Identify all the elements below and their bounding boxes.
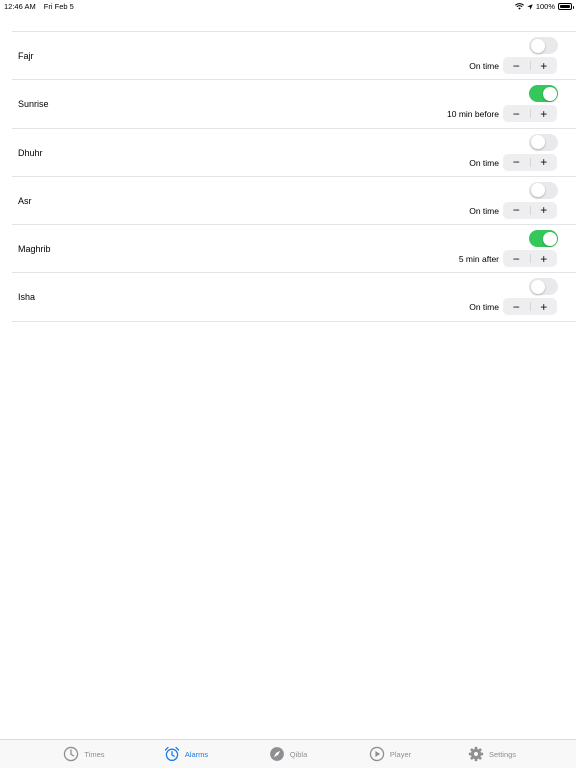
battery-percent: 100% xyxy=(535,2,555,11)
offset-stepper: − + xyxy=(503,105,558,123)
alarm-name: Isha xyxy=(18,292,36,303)
alarm-offset: 10 min before xyxy=(447,109,499,120)
alarm-name: Dhuhr xyxy=(18,147,43,158)
toggle-knob xyxy=(542,86,557,101)
offset-stepper: − + xyxy=(503,57,557,74)
alarm-toggle[interactable] xyxy=(529,133,558,151)
alarm-toggle[interactable] xyxy=(529,230,558,248)
alarm-toggle[interactable] xyxy=(529,181,558,199)
alarm-offset: On time xyxy=(469,61,499,71)
alarm-offset: On time xyxy=(469,157,499,168)
alarm-toggle[interactable] xyxy=(529,278,558,296)
alarm-toggle[interactable] xyxy=(529,37,558,54)
tab-label: Settings xyxy=(488,749,517,759)
status-right: 100% xyxy=(514,2,574,11)
wifi-icon xyxy=(514,3,524,10)
tab-player[interactable]: Player xyxy=(339,740,441,768)
status-bar: 12:46 AM Fri Feb 5 100% xyxy=(0,0,576,12)
alarm-list: Fajr On time − + Sunrise 10 min before −… xyxy=(12,31,576,322)
tab-times[interactable]: Times xyxy=(33,740,135,768)
toggle-knob xyxy=(530,38,545,53)
play-circle-icon xyxy=(369,746,385,762)
gear-icon xyxy=(468,746,484,762)
offset-stepper: − + xyxy=(503,250,558,268)
alarm-row-sunrise: Sunrise 10 min before − + xyxy=(12,80,576,129)
alarm-name: Maghrib xyxy=(18,244,51,255)
status-left: 12:46 AM Fri Feb 5 xyxy=(4,2,80,11)
alarm-row-asr: Asr On time − + xyxy=(12,177,576,226)
tab-alarms[interactable]: Alarms xyxy=(135,740,237,768)
tab-label: Alarms xyxy=(184,749,209,759)
decrement-button[interactable]: − xyxy=(503,250,530,267)
location-arrow-icon xyxy=(527,3,533,10)
offset-stepper: − + xyxy=(503,153,558,171)
increment-button[interactable]: + xyxy=(531,105,558,122)
increment-button[interactable]: + xyxy=(531,202,558,219)
increment-button[interactable]: + xyxy=(531,250,558,267)
increment-button[interactable]: + xyxy=(531,154,558,171)
tab-label: Player xyxy=(389,749,412,759)
toggle-knob xyxy=(530,135,545,150)
alarm-toggle[interactable] xyxy=(529,85,558,103)
offset-stepper: − + xyxy=(503,298,558,316)
toggle-knob xyxy=(530,183,545,198)
alarm-name: Sunrise xyxy=(18,99,49,110)
alarm-name: Fajr xyxy=(18,51,34,61)
toggle-knob xyxy=(542,231,557,246)
decrement-button[interactable]: − xyxy=(503,298,530,315)
decrement-button[interactable]: − xyxy=(503,57,530,74)
alarm-row-dhuhr: Dhuhr On time − + xyxy=(12,129,576,177)
alarm-offset: On time xyxy=(469,205,499,216)
clock-icon xyxy=(64,746,79,762)
tab-settings[interactable]: Settings xyxy=(441,740,543,768)
increment-button[interactable]: + xyxy=(531,298,558,315)
status-date: Fri Feb 5 xyxy=(43,2,74,11)
battery-icon xyxy=(558,3,574,10)
alarm-row-isha: Isha On time − + xyxy=(12,273,576,322)
decrement-button[interactable]: − xyxy=(503,202,530,219)
alarm-offset: On time xyxy=(469,302,499,313)
decrement-button[interactable]: − xyxy=(503,105,530,122)
increment-button[interactable]: + xyxy=(531,57,558,74)
status-time: 12:46 AM xyxy=(4,2,36,11)
decrement-button[interactable]: − xyxy=(503,154,530,171)
alarm-name: Asr xyxy=(18,195,32,206)
alarm-row-maghrib: Maghrib 5 min after − + xyxy=(12,225,576,274)
alarm-offset: 5 min after xyxy=(458,254,499,265)
tab-label: Qibla xyxy=(289,749,308,759)
battery-level xyxy=(560,5,570,8)
tab-bar: Times Alarms Qibla Player Settings xyxy=(0,739,576,768)
compass-icon xyxy=(269,747,284,761)
alarm-clock-icon xyxy=(164,746,180,762)
alarm-row-fajr: Fajr On time − + xyxy=(12,32,576,81)
offset-stepper: − + xyxy=(503,201,558,219)
tab-qibla[interactable]: Qibla xyxy=(237,740,339,768)
toggle-knob xyxy=(530,279,545,294)
tab-label: Times xyxy=(84,749,105,759)
